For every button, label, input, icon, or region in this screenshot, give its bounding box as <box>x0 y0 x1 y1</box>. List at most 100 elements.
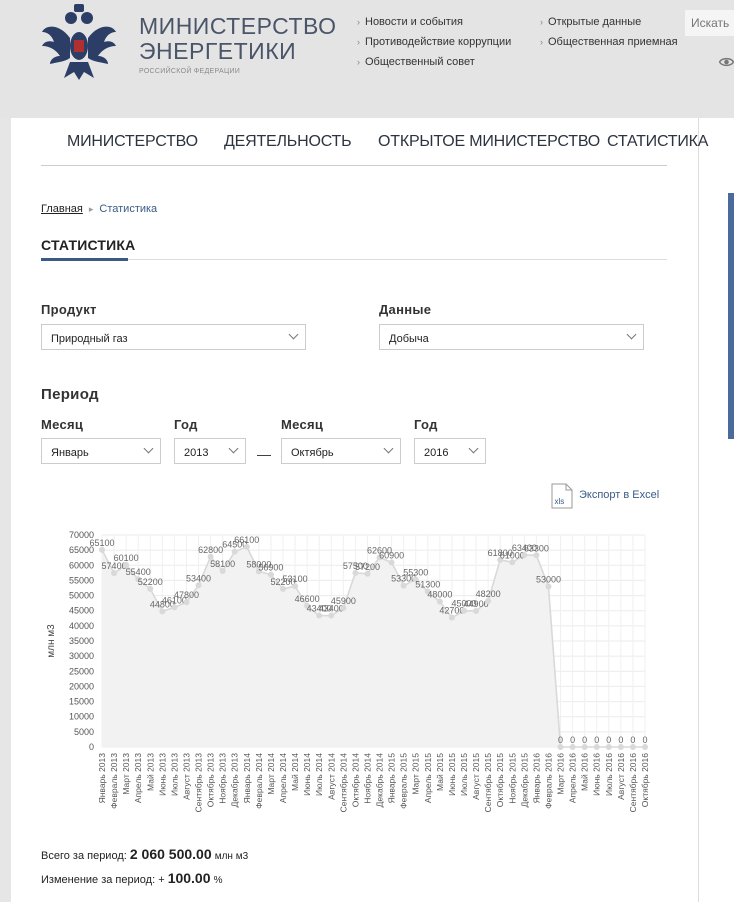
side-scroll-bar[interactable] <box>728 193 734 439</box>
x-tick-label: Июль 2016 <box>604 753 614 796</box>
data-select[interactable]: Добыча <box>379 324 644 350</box>
product-select[interactable]: Природный газ <box>41 324 306 350</box>
x-tick-label: Октябрь 2014 <box>350 753 360 807</box>
breadcrumb-current: Статистика <box>99 203 158 215</box>
top-link-public-council[interactable]: › Общественный совет <box>357 55 511 75</box>
data-label: 48200 <box>476 589 501 599</box>
x-tick-label: Март 2015 <box>411 753 421 795</box>
nav-item-ministry[interactable]: МИНИСТЕРСТВО <box>67 133 198 151</box>
data-label: 0 <box>618 735 623 745</box>
to-year-select[interactable]: 2016 <box>414 438 486 464</box>
nav-item-open-ministry[interactable]: ОТКРЫТОЕ МИНИСТЕРСТВО <box>378 133 600 151</box>
x-tick-label: Май 2013 <box>145 753 155 791</box>
data-label: 52200 <box>138 577 163 587</box>
x-tick-label: Октябрь 2016 <box>640 753 650 807</box>
top-link-anticorruption[interactable]: › Противодействие коррупции <box>357 35 511 55</box>
from-year-value: 2013 <box>184 447 209 459</box>
y-tick-label: 60000 <box>69 560 94 570</box>
from-year-select[interactable]: 2013 <box>174 438 246 464</box>
chevron-down-icon <box>626 329 637 340</box>
period-separator: — <box>257 446 271 462</box>
to-month-select[interactable]: Октябрь <box>281 438 401 464</box>
breadcrumb-home[interactable]: Главная <box>41 203 83 215</box>
data-label: 58100 <box>210 559 235 569</box>
x-tick-label: Март 2016 <box>556 753 566 795</box>
data-label: 0 <box>594 735 599 745</box>
x-tick-label: Октябрь 2013 <box>206 753 216 807</box>
y-tick-label: 5000 <box>74 727 94 737</box>
bullet-icon: › <box>540 37 543 47</box>
data-label: 44900 <box>464 599 489 609</box>
xls-file-icon[interactable]: xls <box>551 483 573 509</box>
x-tick-label: Сентябрь 2016 <box>628 753 638 813</box>
data-label: 53100 <box>283 574 308 584</box>
org-name[interactable]: МИНИСТЕРСТВО ЭНЕРГЕТИКИ <box>139 14 337 64</box>
x-tick-label: Август 2014 <box>326 753 336 800</box>
y-tick-label: 10000 <box>69 712 94 722</box>
top-links-column-1: › Новости и события › Противодействие корр… <box>357 15 511 75</box>
product-label: Продукт <box>41 302 97 317</box>
to-year-label: Год <box>414 417 438 432</box>
x-tick-label: Июнь 2015 <box>447 753 457 796</box>
top-links-column-2: › Открытые данные › Общественная приемная <box>540 15 678 55</box>
xls-icon-text: xls <box>555 497 565 506</box>
data-label: Данные <box>379 302 432 317</box>
from-month-value: Январь <box>51 447 89 459</box>
data-label: 53000 <box>536 574 561 584</box>
org-name-line2: ЭНЕРГЕТИКИ <box>139 38 297 64</box>
data-label: 51300 <box>415 580 440 590</box>
x-tick-label: Апрель 2013 <box>133 753 143 803</box>
chevron-down-icon <box>468 443 479 454</box>
org-subtitle: РОССИЙСКОЙ ФЕДЕРАЦИИ <box>139 68 241 75</box>
change-label: Изменение за период: <box>41 874 156 886</box>
title-accent-bar <box>41 258 128 261</box>
data-label: 65100 <box>89 538 114 548</box>
data-label: 0 <box>642 735 647 745</box>
data-label: 55400 <box>126 567 151 577</box>
x-tick-label: Май 2014 <box>290 753 300 791</box>
x-tick-label: Декабрь 2015 <box>519 753 529 808</box>
data-label: 63300 <box>524 543 549 553</box>
y-tick-label: 35000 <box>69 636 94 646</box>
data-label: 45900 <box>331 596 356 606</box>
x-tick-label: Декабрь 2013 <box>230 753 240 808</box>
data-label: 0 <box>630 735 635 745</box>
nav-item-statistics[interactable]: СТАТИСТИКА <box>607 133 708 151</box>
x-tick-label: Февраль 2013 <box>109 753 119 809</box>
total-summary: Всего за период: 2 060 500.00 млн м3 <box>41 846 248 862</box>
chevron-down-icon <box>143 443 154 454</box>
x-tick-label: Май 2015 <box>435 753 445 791</box>
nav-item-activity[interactable]: ДЕЯТЕЛЬНОСТЬ <box>224 133 352 151</box>
search-input[interactable] <box>685 10 734 36</box>
x-tick-label: Июль 2014 <box>314 753 324 796</box>
from-month-select[interactable]: Январь <box>41 438 161 464</box>
period-label: Период <box>41 386 99 403</box>
data-label: 66100 <box>234 535 259 545</box>
data-select-value: Добыча <box>389 333 429 345</box>
data-label: 55300 <box>403 568 428 578</box>
data-label: 0 <box>570 735 575 745</box>
top-link-open-data[interactable]: › Открытые данные <box>540 15 678 35</box>
total-label: Всего за период: <box>41 850 127 862</box>
x-tick-label: Январь 2016 <box>531 753 541 804</box>
x-tick-label: Август 2013 <box>181 753 191 800</box>
x-tick-label: Ноябрь 2013 <box>218 753 228 804</box>
x-tick-label: Май 2016 <box>580 753 590 791</box>
y-tick-label: 45000 <box>69 606 94 616</box>
bullet-icon: › <box>357 17 360 27</box>
top-link-public-reception[interactable]: › Общественная приемная <box>540 35 678 55</box>
y-tick-label: 0 <box>89 742 94 752</box>
x-tick-label: Декабрь 2014 <box>375 753 385 808</box>
x-tick-label: Ноябрь 2015 <box>507 753 517 804</box>
change-value: 100.00 <box>167 870 211 886</box>
data-label: 0 <box>606 735 611 745</box>
x-tick-label: Август 2015 <box>471 753 481 800</box>
from-year-label: Год <box>174 417 198 432</box>
top-link-news[interactable]: › Новости и события <box>357 15 511 35</box>
eye-icon[interactable] <box>719 56 734 68</box>
data-label: 56900 <box>258 563 283 573</box>
x-tick-label: Февраль 2015 <box>399 753 409 809</box>
export-excel-link[interactable]: Экспорт в Excel <box>579 489 659 501</box>
production-chart: 0 5000 10000 15000 20000 25000 30000 35000 40000… <box>46 530 650 813</box>
coat-of-arms-icon[interactable] <box>40 2 118 82</box>
